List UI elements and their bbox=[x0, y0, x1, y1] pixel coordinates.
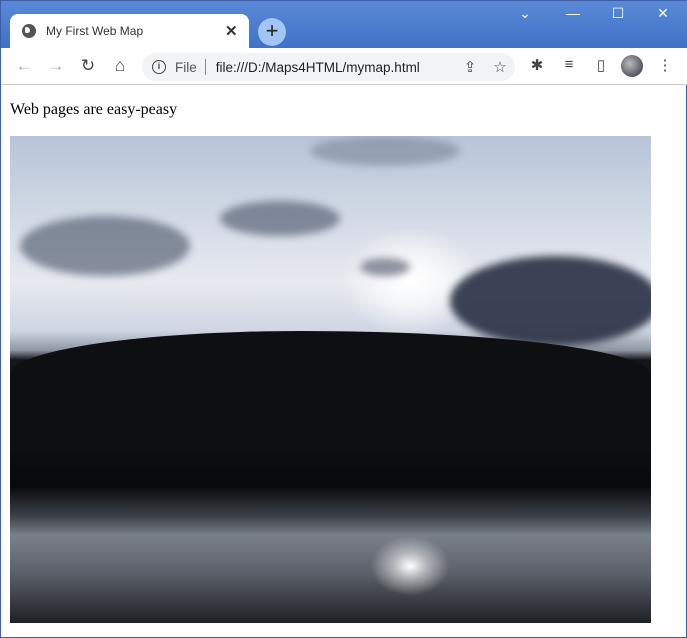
side-panel-icon[interactable]: ▯ bbox=[590, 56, 612, 74]
minimize-button[interactable]: — bbox=[563, 5, 583, 21]
sunset-lake-photo bbox=[10, 136, 651, 623]
new-tab-button[interactable]: + bbox=[258, 18, 286, 46]
address-bar[interactable]: i File file:///D:/Maps4HTML/mymap.html ⇪… bbox=[142, 53, 515, 81]
media-control-icon[interactable]: ≡ bbox=[558, 56, 580, 73]
hill-silhouette bbox=[10, 331, 651, 451]
back-button[interactable]: ← bbox=[13, 56, 35, 76]
tab-close-icon[interactable]: ✕ bbox=[225, 22, 249, 40]
page-heading: Web pages are easy-peasy bbox=[10, 101, 178, 118]
menu-icon[interactable]: ⋮ bbox=[654, 56, 676, 74]
reload-button[interactable]: ↻ bbox=[77, 56, 99, 76]
extensions-icon[interactable]: ✱ bbox=[526, 56, 548, 74]
share-icon[interactable]: ⇪ bbox=[455, 58, 485, 76]
cloud bbox=[220, 201, 340, 236]
globe-icon bbox=[22, 24, 36, 38]
bookmark-star-icon[interactable]: ☆ bbox=[485, 58, 515, 76]
scheme-label: File bbox=[175, 59, 197, 75]
title-bar: My First Web Map ✕ + ⌄ — ☐ ✕ bbox=[1, 1, 687, 48]
cloud bbox=[20, 216, 190, 276]
sun-reflection bbox=[370, 536, 450, 596]
url-text[interactable]: file:///D:/Maps4HTML/mymap.html bbox=[216, 60, 455, 75]
tab-my-first-web-map[interactable]: My First Web Map ✕ bbox=[10, 14, 249, 48]
profile-avatar[interactable] bbox=[621, 55, 643, 77]
info-icon[interactable]: i bbox=[152, 60, 166, 74]
forward-button[interactable]: → bbox=[45, 56, 67, 76]
home-button[interactable]: ⌂ bbox=[109, 56, 131, 76]
tab-title: My First Web Map bbox=[46, 24, 144, 38]
cloud bbox=[360, 258, 410, 276]
maximize-button[interactable]: ☐ bbox=[608, 5, 628, 22]
tab-search-icon[interactable]: ⌄ bbox=[515, 5, 535, 22]
close-window-button[interactable]: ✕ bbox=[653, 5, 673, 22]
cloud bbox=[310, 136, 460, 166]
dark-cloud bbox=[450, 256, 651, 346]
divider bbox=[204, 59, 206, 75]
